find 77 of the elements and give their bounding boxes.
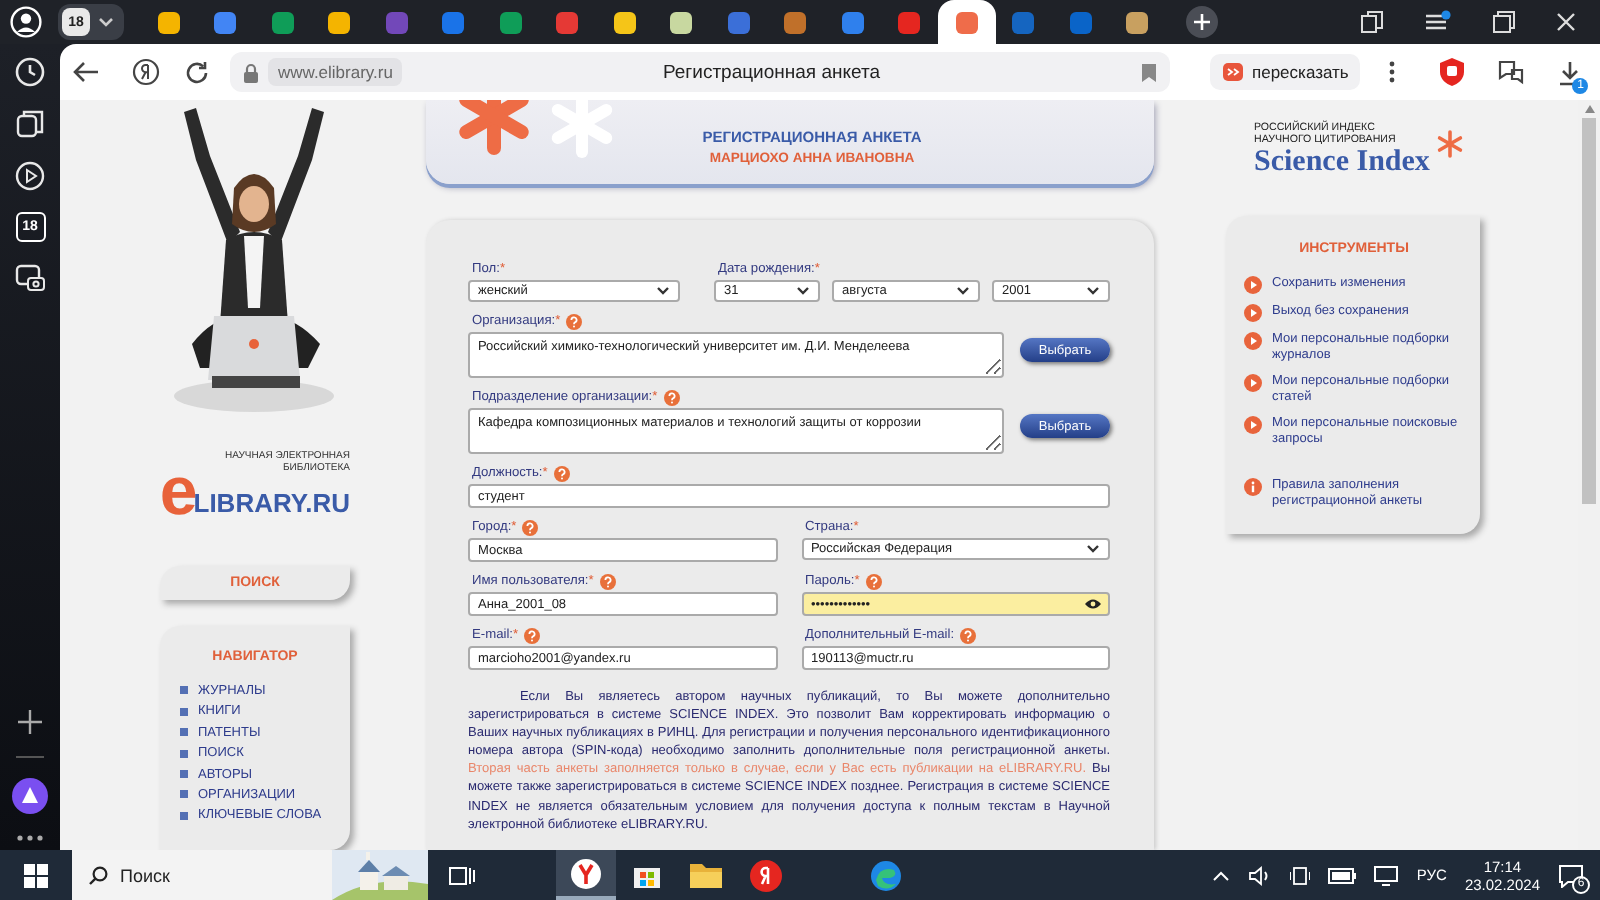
asterisk-icon: [454, 100, 534, 156]
chevron-down-icon: [956, 286, 970, 296]
scrollbar-thumb[interactable]: [1582, 118, 1596, 504]
shield-icon[interactable]: [1436, 56, 1469, 88]
close-icon[interactable]: [1556, 12, 1576, 32]
help-icon[interactable]: [522, 519, 539, 535]
retell-icon: [1222, 62, 1244, 82]
menu-icon[interactable]: [1424, 10, 1452, 34]
task-view-icon[interactable]: [448, 863, 476, 887]
retell-button[interactable]: пересказать: [1210, 54, 1361, 90]
logo-text: LIBRARY.RU: [193, 490, 350, 516]
assistant-icon[interactable]: [12, 778, 48, 814]
chevron-down-icon[interactable]: [98, 16, 114, 28]
search-field[interactable]: Поиск: [72, 850, 428, 900]
logo-text: Science Index: [1254, 146, 1430, 178]
new-tab-icon[interactable]: [1186, 6, 1218, 38]
translate-icon[interactable]: [1496, 57, 1527, 87]
battery-icon[interactable]: [1328, 867, 1357, 883]
back-icon[interactable]: [72, 60, 100, 84]
chevron-up-icon[interactable]: [1212, 869, 1231, 881]
chevron-down-icon: [796, 286, 810, 296]
bullet-icon: [180, 749, 188, 758]
bullet-icon: [180, 811, 188, 820]
play-icon[interactable]: [14, 160, 46, 192]
help-icon[interactable]: [663, 389, 680, 405]
meet-icon[interactable]: [1290, 863, 1311, 887]
page-title: Регистрационная анкета: [660, 61, 882, 83]
history-icon[interactable]: [14, 56, 46, 88]
edge-icon: [870, 859, 902, 891]
tabs-icon[interactable]: [1360, 10, 1384, 34]
screenshot-icon[interactable]: [14, 262, 46, 294]
bullet-icon: [180, 790, 188, 799]
collections-icon[interactable]: [14, 108, 46, 140]
add-icon[interactable]: [16, 708, 44, 736]
help-icon[interactable]: [960, 627, 977, 643]
bullet-icon: [180, 686, 188, 695]
logo-letter: e: [159, 468, 194, 516]
help-icon[interactable]: [524, 627, 541, 643]
help-icon[interactable]: [865, 573, 882, 589]
bullet-icon: [180, 707, 188, 716]
asterisk-icon: [1436, 130, 1464, 158]
folder-icon: [690, 862, 722, 888]
browser-tab[interactable]: [938, 0, 995, 44]
help-icon[interactable]: [599, 573, 616, 589]
play-icon: [1244, 416, 1262, 434]
profile-icon[interactable]: [10, 6, 42, 38]
yandex-icon: [750, 859, 782, 891]
lock-icon: [242, 61, 260, 83]
restore-icon[interactable]: [1492, 10, 1516, 34]
search-icon: [88, 865, 108, 885]
more-icon[interactable]: [16, 834, 44, 842]
chevron-down-icon: [656, 286, 670, 296]
play-icon: [1244, 374, 1262, 392]
chevron-down-icon: [1086, 286, 1100, 296]
play-icon: [1244, 276, 1262, 294]
yandex-icon[interactable]: [132, 58, 160, 86]
scroll-up-icon[interactable]: [1583, 104, 1595, 114]
taskbar-app[interactable]: [556, 850, 616, 900]
chevron-down-icon: [1086, 544, 1100, 554]
bookmark-icon[interactable]: [1140, 61, 1158, 83]
play-icon: [1244, 332, 1262, 350]
notification-icon[interactable]: [1558, 863, 1584, 887]
reload-icon[interactable]: [184, 59, 210, 85]
help-icon[interactable]: [553, 465, 570, 481]
more-icon[interactable]: [1388, 60, 1397, 84]
info-icon: [1244, 478, 1262, 496]
display-icon[interactable]: [1374, 865, 1399, 885]
speaker-icon[interactable]: [1248, 865, 1273, 885]
start-icon[interactable]: [24, 863, 48, 887]
url-field[interactable]: www.elibrary.ru: [268, 58, 403, 86]
eye-icon[interactable]: [1084, 598, 1102, 610]
browser-icon: [570, 857, 602, 889]
help-icon[interactable]: [566, 313, 583, 329]
bullet-icon: [180, 770, 188, 779]
bullet-icon: [180, 728, 188, 737]
download-icon[interactable]: [1558, 59, 1583, 85]
play-icon: [1244, 304, 1262, 322]
